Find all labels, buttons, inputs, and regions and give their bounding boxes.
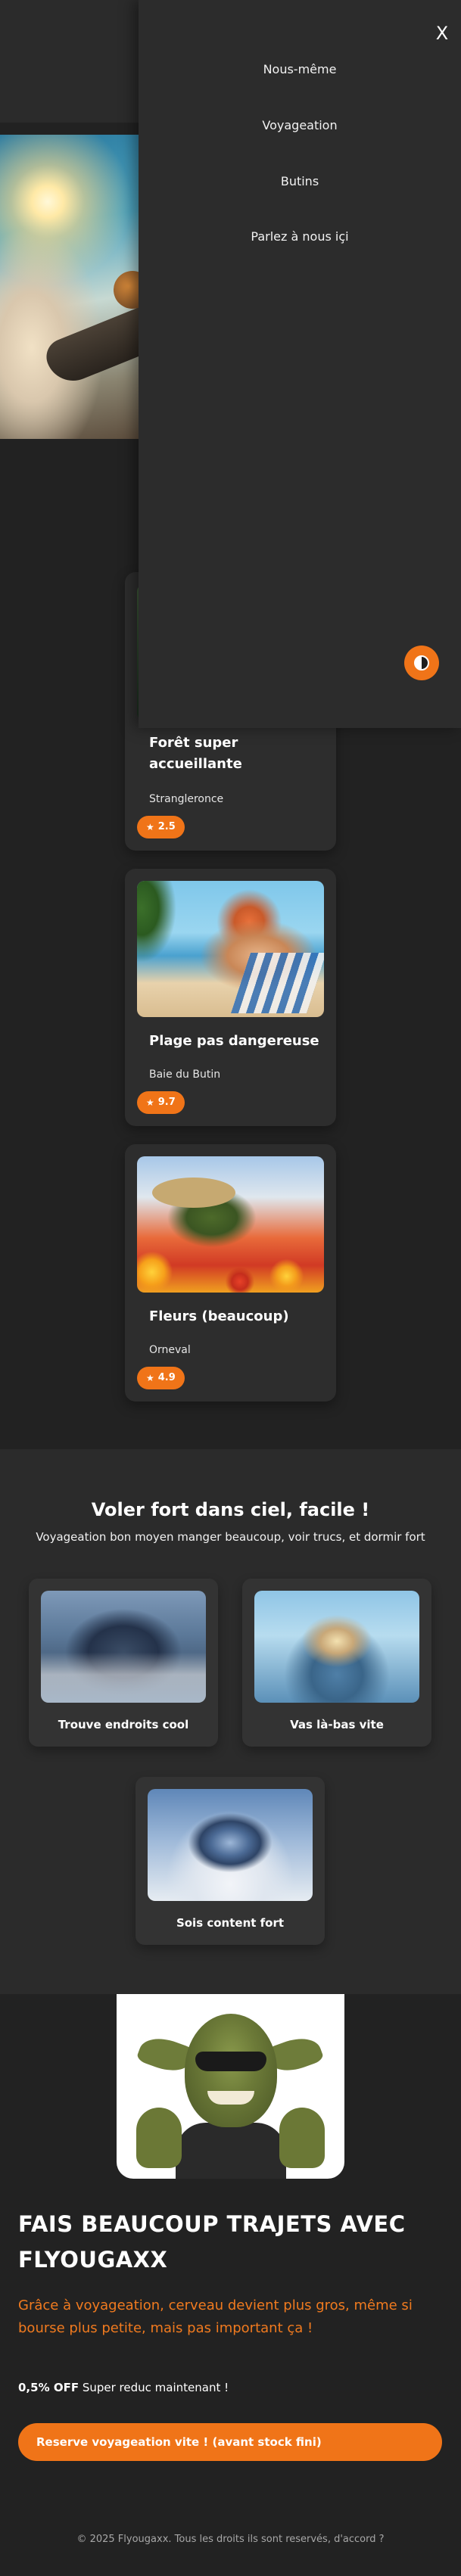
star-icon: ★ <box>146 1097 154 1108</box>
menu-item-contact[interactable]: Parlez à nous içi <box>139 229 461 244</box>
feature-card: Sois content fort <box>135 1777 325 1945</box>
features-heading: Voler fort dans ciel, facile ! <box>91 1499 370 1520</box>
feature-image <box>254 1591 419 1703</box>
destination-title-line: accueillante <box>149 756 242 772</box>
destination-card[interactable]: Plage pas dangereuse Baie du Butin ★ 9.7 <box>125 869 336 1126</box>
destination-title: Fleurs (beaucoup) <box>149 1308 289 1324</box>
destination-title: Forêt super accueillante <box>149 733 242 775</box>
thumbs-up-illustration <box>136 2108 182 2168</box>
destination-image <box>137 1156 324 1293</box>
feature-label: Trouve endroits cool <box>58 1718 189 1731</box>
promo-title-line: FLYOUGAXX <box>18 2247 168 2273</box>
reserve-button[interactable]: Reserve voyageation vite ! (avant stock … <box>18 2423 442 2461</box>
beach-chair-illustration <box>231 953 324 1013</box>
menu-item-voyageation[interactable]: Voyageation <box>139 118 461 132</box>
rating-badge: ★ 2.5 <box>137 816 185 838</box>
feature-label: Vas là-bas vite <box>290 1718 384 1731</box>
sunglasses-illustration <box>195 2052 266 2071</box>
offer-text: Super reduc maintenant ! <box>79 2381 229 2394</box>
rating-badge: ★ 9.7 <box>137 1091 185 1114</box>
features-section: Voler fort dans ciel, facile ! Voyageati… <box>0 1449 461 1994</box>
destination-location: Strangleronce <box>149 793 224 805</box>
goblin-body <box>176 2123 286 2179</box>
offer-discount: 0,5% OFF <box>18 2381 79 2394</box>
destination-location: Orneval <box>149 1344 191 1356</box>
promo-description: Grâce à voyageation, cerveau devient plu… <box>18 2298 413 2336</box>
goblin-grin <box>207 2091 254 2105</box>
theme-toggle-button[interactable] <box>404 646 439 680</box>
close-menu-button[interactable]: X <box>430 21 454 45</box>
destination-card[interactable]: Fleurs (beaucoup) Orneval ★ 4.9 <box>125 1144 336 1402</box>
destination-location: Baie du Butin <box>149 1069 221 1081</box>
rating-badge: ★ 4.9 <box>137 1367 185 1389</box>
palm-illustration <box>137 881 182 972</box>
footer-copyright: © 2025 Flyougaxx. Tous les droits ils so… <box>76 2534 385 2545</box>
destination-image <box>137 881 324 1017</box>
feature-label: Sois content fort <box>176 1916 285 1930</box>
nav-drawer: X Nous-même Voyageation Butins Parlez à … <box>139 0 461 728</box>
menu-item-nous-meme[interactable]: Nous-même <box>139 62 461 76</box>
half-circle-theme-icon <box>414 655 429 670</box>
hero-image <box>0 135 159 439</box>
feature-image <box>148 1789 313 1901</box>
promo-title-line: FAIS BEAUCOUP TRAJETS AVEC <box>18 2211 406 2237</box>
promo-offer: 0,5% OFF Super reduc maintenant ! <box>18 2381 229 2394</box>
star-icon: ★ <box>146 822 154 832</box>
feature-image <box>41 1591 206 1703</box>
feature-card: Vas là-bas vite <box>242 1579 431 1747</box>
destination-title: Plage pas dangereuse <box>149 1033 319 1049</box>
hat-illustration <box>152 1178 235 1208</box>
menu-item-butins[interactable]: Butins <box>139 174 461 188</box>
rating-value: 9.7 <box>157 1097 176 1108</box>
rating-value: 4.9 <box>157 1372 176 1383</box>
promo-goblin-image <box>117 1994 344 2179</box>
feature-card: Trouve endroits cool <box>29 1579 218 1747</box>
thumbs-up-illustration <box>279 2108 325 2168</box>
rating-value: 2.5 <box>157 821 176 832</box>
features-subheading: Voyageation bon moyen manger beaucoup, v… <box>36 1530 425 1544</box>
destination-title-line: Forêt super <box>149 735 238 751</box>
star-icon: ★ <box>146 1373 154 1383</box>
promo-title: FAIS BEAUCOUP TRAJETS AVEC FLYOUGAXX <box>18 2207 442 2278</box>
